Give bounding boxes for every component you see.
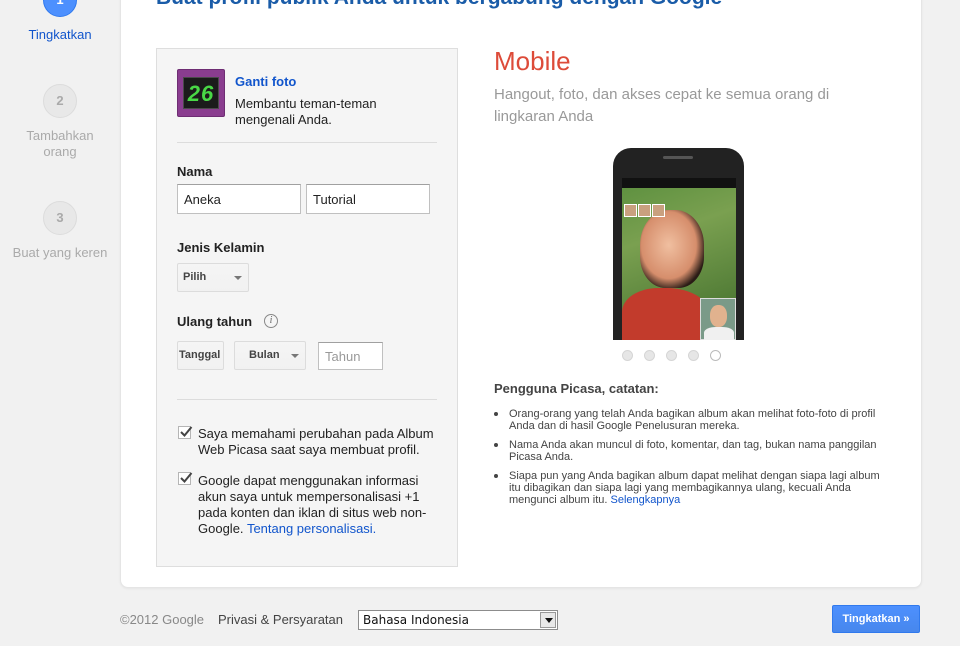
step-3[interactable]: 3 Buat yang keren: [0, 201, 120, 261]
profile-form: 26 Ganti foto Membantu teman-teman menge…: [156, 48, 458, 567]
first-name-input[interactable]: [177, 184, 301, 214]
birthday-label: Ulang tahun: [177, 314, 253, 329]
step-2[interactable]: 2 Tambahkan orang: [0, 84, 120, 160]
list-item: Orang-orang yang telah Anda bagikan albu…: [494, 408, 894, 432]
language-select[interactable]: Bahasa Indonesia: [358, 610, 558, 630]
personalization-link[interactable]: Tentang personalisasi.: [247, 521, 376, 536]
profile-photo-text: 26: [183, 77, 219, 109]
learn-more-link[interactable]: Selengkapnya: [611, 494, 681, 506]
participant-thumb: [638, 204, 651, 217]
carousel-dot[interactable]: [644, 350, 655, 361]
consent-picasa-checkbox[interactable]: [178, 426, 193, 439]
step-1-circle: 1: [43, 0, 77, 17]
list-item: Nama Anda akan muncul di foto, komentar,…: [494, 439, 894, 463]
birthday-day-value: Tanggal: [179, 349, 221, 361]
step-3-circle: 3: [43, 201, 77, 235]
consent-personalize-text: Google dapat menggunakan informasi akun …: [198, 473, 438, 537]
info-icon[interactable]: i: [264, 314, 278, 328]
upgrade-button[interactable]: Tingkatkan »: [832, 605, 920, 633]
page-title: Buat profil publik Anda untuk bergabung …: [156, 0, 722, 10]
note-text: Siapa pun yang Anda bagikan album dapat …: [509, 470, 880, 506]
chevron-down-icon: [540, 612, 556, 628]
picasa-notes-title: Pengguna Picasa, catatan:: [494, 381, 659, 396]
bullet-icon: [494, 412, 498, 416]
carousel-dot[interactable]: [666, 350, 677, 361]
last-name-input[interactable]: [306, 184, 430, 214]
carousel-dot[interactable]: [622, 350, 633, 361]
language-select-value: Bahasa Indonesia: [363, 613, 469, 627]
picasa-notes-list: Orang-orang yang telah Anda bagikan albu…: [494, 408, 894, 513]
carousel-dot[interactable]: [688, 350, 699, 361]
phone-illustration: [613, 148, 744, 340]
consent-personalize-checkbox[interactable]: [178, 472, 193, 485]
birthday-month-dropdown[interactable]: Bulan: [234, 341, 306, 370]
phone-speaker: [663, 156, 693, 159]
self-video-face: [710, 305, 727, 327]
promo-subtitle: Hangout, foto, dan akses cepat ke semua …: [494, 86, 830, 125]
video-person-face: [640, 210, 704, 288]
gender-label: Jenis Kelamin: [177, 240, 265, 255]
step-2-label: Tambahkan orang: [26, 128, 94, 159]
phone-screen: [622, 178, 736, 340]
chevron-down-icon: [291, 354, 299, 358]
hangout-participants: [624, 204, 684, 218]
step-1-label: Tingkatkan: [28, 27, 92, 42]
birthday-month-value: Bulan: [249, 349, 280, 361]
profile-photo[interactable]: 26: [177, 69, 225, 117]
note-text: Orang-orang yang telah Anda bagikan albu…: [509, 408, 876, 432]
phone-status-bar: [622, 178, 736, 188]
list-item: Siapa pun yang Anda bagikan album dapat …: [494, 470, 894, 506]
bullet-icon: [494, 443, 498, 447]
birthday-day-dropdown[interactable]: Tanggal: [177, 341, 224, 370]
privacy-terms-link[interactable]: Privasi & Persyaratan: [218, 612, 343, 627]
divider: [177, 142, 437, 143]
video-person-body: [622, 288, 712, 340]
consent-picasa-text: Saya memahami perubahan pada Album Web P…: [198, 426, 434, 457]
chevron-down-icon: [234, 276, 242, 280]
note-text: Nama Anda akan muncul di foto, komentar,…: [509, 439, 877, 463]
participant-thumb: [624, 204, 637, 217]
step-2-circle: 2: [43, 84, 77, 118]
photo-help-text: Membantu teman-teman mengenali Anda.: [235, 96, 377, 127]
step-3-label: Buat yang keren: [12, 245, 108, 260]
checkmark-icon: [180, 472, 193, 483]
name-label: Nama: [177, 164, 213, 179]
self-video-preview: [700, 298, 736, 340]
participant-thumb: [652, 204, 665, 217]
carousel-dot-active[interactable]: [710, 350, 721, 361]
bullet-icon: [494, 474, 498, 478]
gender-dropdown[interactable]: Pilih: [177, 263, 249, 292]
carousel-dots: [622, 350, 722, 362]
birthday-year-input[interactable]: [318, 342, 383, 370]
copyright: ©2012 Google: [120, 612, 205, 627]
gender-dropdown-value: Pilih: [183, 271, 207, 283]
self-video-body: [704, 327, 734, 340]
checkmark-icon: [180, 426, 193, 437]
divider: [177, 399, 437, 400]
promo-title: Mobile: [494, 46, 571, 76]
change-photo-link[interactable]: Ganti foto: [235, 74, 296, 89]
step-1[interactable]: 1 Tingkatkan: [0, 0, 120, 43]
